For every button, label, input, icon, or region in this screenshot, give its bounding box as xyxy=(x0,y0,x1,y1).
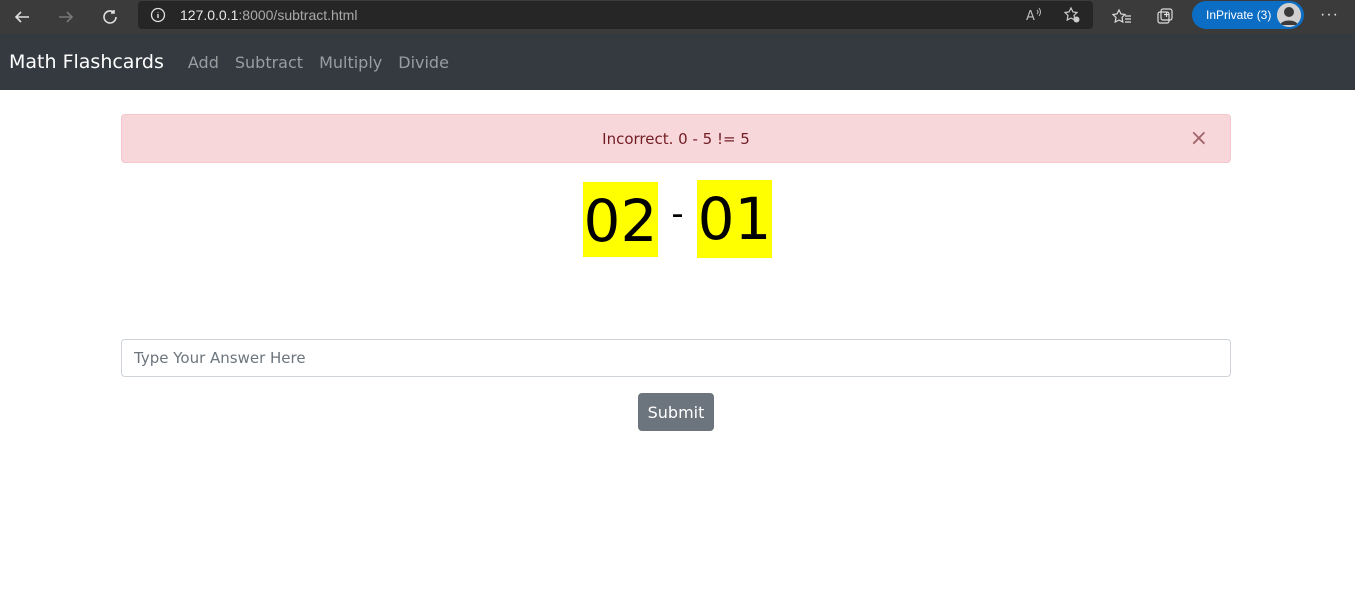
url-host: 127.0.0.1 xyxy=(180,7,239,23)
url-path: :8000/subtract.html xyxy=(238,7,358,23)
nav-link-divide[interactable]: Divide xyxy=(398,53,449,72)
answer-input[interactable] xyxy=(121,339,1231,377)
second-operand: 01 xyxy=(696,180,773,258)
forward-button[interactable] xyxy=(44,0,88,34)
refresh-icon xyxy=(103,10,117,24)
back-button[interactable] xyxy=(0,0,44,34)
settings-more-button[interactable]: ··· xyxy=(1320,6,1339,24)
arrow-right-icon xyxy=(59,11,74,23)
nav-link-subtract[interactable]: Subtract xyxy=(235,53,303,72)
inprivate-label: InPrivate (3) xyxy=(1206,8,1272,22)
submit-button[interactable]: Submit xyxy=(638,393,714,431)
nav-link-add[interactable]: Add xyxy=(188,53,219,72)
brand-link[interactable]: Math Flashcards xyxy=(9,51,164,73)
add-favorite-icon[interactable] xyxy=(1063,6,1081,24)
refresh-button[interactable] xyxy=(88,0,132,34)
read-aloud-icon[interactable]: A xyxy=(1025,6,1043,24)
avatar xyxy=(1277,3,1301,27)
url-text: 127.0.0.1:8000/subtract.html xyxy=(180,7,357,23)
info-icon[interactable] xyxy=(150,7,166,23)
alert-message: Incorrect. 0 - 5 != 5 xyxy=(602,129,750,148)
svg-text:A: A xyxy=(1026,9,1035,24)
error-alert: Incorrect. 0 - 5 != 5 × xyxy=(121,114,1231,163)
nav-link-multiply[interactable]: Multiply xyxy=(319,53,382,72)
flashcard-problem: 02 - 01 xyxy=(0,180,1355,258)
navbar: Math Flashcards Add Subtract Multiply Di… xyxy=(0,34,1355,90)
first-operand: 02 xyxy=(582,182,659,257)
address-bar[interactable]: 127.0.0.1:8000/subtract.html A xyxy=(138,1,1093,29)
close-icon[interactable]: × xyxy=(1190,127,1208,151)
inprivate-profile-button[interactable]: InPrivate (3) xyxy=(1192,1,1304,29)
browser-toolbar: 127.0.0.1:8000/subtract.html A InPrivate… xyxy=(0,0,1355,34)
arrow-left-icon xyxy=(14,11,29,23)
favorites-icon[interactable] xyxy=(1112,7,1132,27)
operator: - xyxy=(671,194,684,234)
collections-icon[interactable] xyxy=(1155,7,1175,27)
